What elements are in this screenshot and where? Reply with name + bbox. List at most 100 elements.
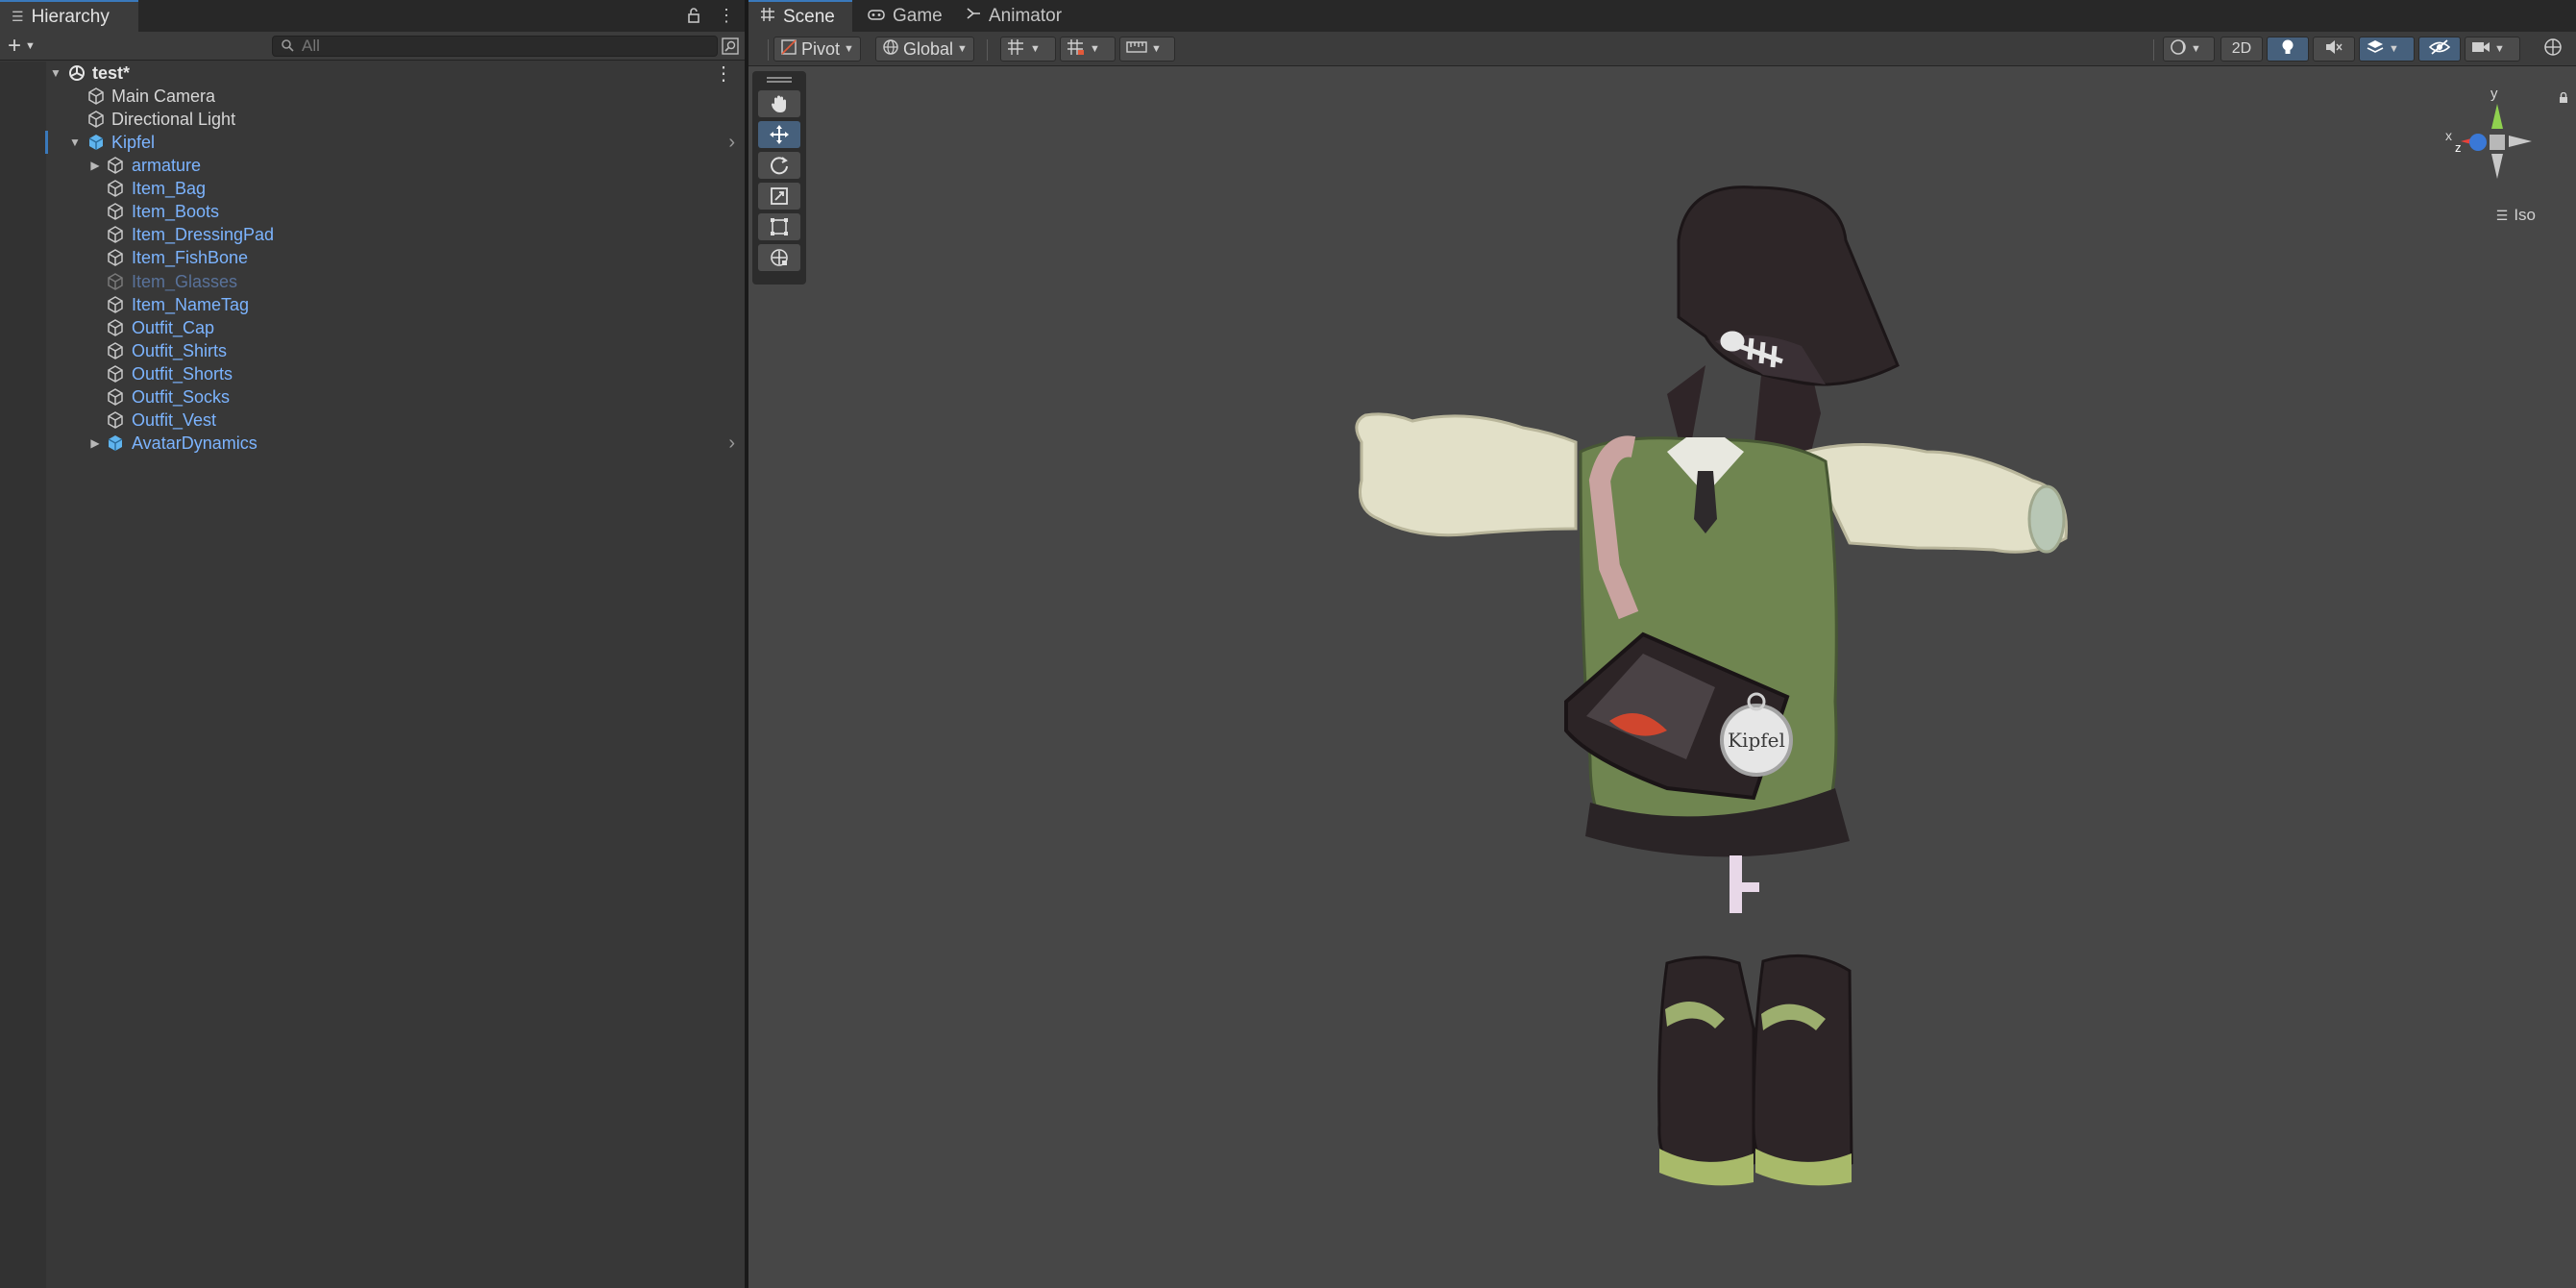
hierarchy-item-outfit-vest[interactable]: Outfit_Vest [0,409,745,432]
tab-game[interactable]: Game [856,0,952,32]
avatar-dressing-pad [1730,855,1759,913]
hierarchy-item-label: Outfit_Cap [132,317,215,337]
ruler-dropdown[interactable]: ▼ [1119,37,1175,62]
gizmo-lock-icon[interactable] [2559,91,2568,107]
gizmo-neg-y-cone[interactable] [2491,154,2503,179]
effects-dropdown[interactable]: ▼ [2359,37,2415,62]
hierarchy-item-avatardynamics[interactable]: ▶ AvatarDynamics › [0,432,745,455]
chevron-right-icon[interactable]: › [728,132,735,154]
expand-arrow-icon[interactable]: ▶ [88,159,102,172]
gameobject-cube-icon [106,295,125,314]
hidden-objects-toggle[interactable] [2418,37,2461,62]
camera-icon [2471,39,2490,60]
gamepad-icon [868,6,885,27]
gizmo-y-cone[interactable] [2491,104,2503,129]
hierarchy-item-kipfel[interactable]: ▼ Kipfel › [0,131,745,154]
gameobject-cube-icon [106,225,125,244]
hierarchy-search[interactable] [272,36,718,57]
hierarchy-item-item-boots[interactable]: Item_Boots [0,200,745,223]
avatar-right-boot[interactable] [1752,954,1853,1186]
lighting-toggle[interactable] [2267,37,2309,62]
hierarchy-item-label: Item_Glasses [132,271,238,291]
more-options-icon[interactable]: ⋮ [718,6,735,25]
global-dropdown[interactable]: Global ▼ [875,37,974,62]
avatar-left-boot[interactable] [1657,955,1755,1186]
chevron-right-icon[interactable]: › [728,433,735,455]
expand-arrow-icon[interactable]: ▶ [88,436,102,450]
gizmo-neg-x-cone[interactable] [2509,136,2532,147]
hierarchy-item-label: Item_Bag [132,178,207,198]
eye-slash-icon [2428,38,2451,61]
avatar-model[interactable]: Kipfel [1302,163,2071,1221]
hierarchy-item-outfit-socks[interactable]: Outfit_Socks [0,385,745,409]
tab-hierarchy[interactable]: ☰ Hierarchy [0,0,138,32]
hierarchy-item-item-fishbone[interactable]: Item_FishBone [0,246,745,269]
tab-animator[interactable]: Animator [954,0,1079,32]
gameobject-cube-icon [106,364,125,384]
tab-scene[interactable]: Scene [748,0,852,32]
globe-icon [882,38,899,61]
gizmos-button[interactable] [2538,37,2570,62]
rotate-tool-button[interactable] [758,152,800,179]
create-add-button[interactable]: + ▼ [8,33,46,59]
hierarchy-item-item-dressingpad[interactable]: Item_DressingPad [0,223,745,246]
avatar-left-sleeve[interactable] [1355,412,1578,537]
scale-tool-button[interactable] [758,183,800,210]
hierarchy-item-label: Item_DressingPad [132,224,275,244]
hierarchy-item-directional-light[interactable]: Directional Light [0,108,745,131]
scene-more-icon[interactable]: ⋮ [714,62,733,86]
gameobject-cube-icon [106,272,125,291]
projection-toggle[interactable]: ☰ Iso [2496,206,2536,225]
hierarchy-item-armature[interactable]: ▶ armature [0,154,745,177]
draw-mode-dropdown[interactable]: ▼ [2163,37,2215,62]
increment-snap-dropdown[interactable]: ▼ [1060,37,1116,62]
hierarchy-item-item-glasses[interactable]: Item_Glasses [0,270,745,293]
chevron-down-icon: ▼ [2494,43,2505,55]
gameobject-cube-icon [106,341,125,360]
pivot-dropdown[interactable]: Pivot ▼ [773,37,861,62]
gizmo-center-cube[interactable] [2490,135,2505,150]
search-type-icon[interactable] [720,36,741,57]
hand-tool-button[interactable] [758,90,800,117]
hierarchy-item-label: Outfit_Vest [132,409,217,430]
tab-hierarchy-label: Hierarchy [31,6,110,27]
grid-snap-dropdown[interactable]: ▼ [1000,37,1056,62]
hierarchy-item-outfit-shirts[interactable]: Outfit_Shirts [0,339,745,362]
pivot-icon [780,38,797,61]
lightbulb-icon [2281,38,2294,61]
hierarchy-item-item-nametag[interactable]: Item_NameTag [0,293,745,316]
transform-tool-button[interactable] [758,244,800,271]
rect-tool-button[interactable] [758,213,800,240]
scene-root-row[interactable]: ▼ test* ⋮ [0,62,745,85]
grid-snap-icon [1007,38,1026,61]
drag-handle-icon[interactable] [767,77,792,83]
camera-settings-dropdown[interactable]: ▼ [2465,37,2520,62]
transform-combined-icon [771,249,788,266]
audio-muted-icon [2324,38,2343,61]
hierarchy-item-outfit-shorts[interactable]: Outfit_Shorts [0,362,745,385]
nametag-text: Kipfel [1728,729,1785,752]
avatar-right-sleeve[interactable] [1803,443,2069,554]
hierarchy-item-item-bag[interactable]: Item_Bag [0,177,745,200]
rect-transform-icon [771,218,788,235]
expand-arrow-icon[interactable]: ▼ [68,136,82,149]
selection-indicator [45,131,48,154]
toggle-2d-button[interactable]: 2D [2220,37,2263,62]
hierarchy-item-label: Directional Light [111,109,236,129]
layers-icon [2366,38,2385,61]
hierarchy-item-main-camera[interactable]: Main Camera [0,85,745,108]
hierarchy-item-label: Kipfel [111,132,156,152]
hierarchy-item-label: Outfit_Shorts [132,363,233,384]
gameobject-cube-icon [106,202,125,221]
audio-toggle[interactable] [2313,37,2355,62]
gameobject-cube-icon [86,87,106,106]
lock-icon[interactable] [685,6,702,25]
search-input[interactable] [302,37,686,56]
gizmo-z-cone[interactable] [2469,134,2487,151]
expand-arrow-icon[interactable]: ▼ [49,66,62,80]
gizmo-y-label: y [2490,86,2498,102]
orientation-gizmo[interactable]: y x z [2443,83,2549,190]
hierarchy-item-outfit-cap[interactable]: Outfit_Cap [0,316,745,339]
move-tool-button[interactable] [758,121,800,148]
animator-icon [966,6,981,27]
